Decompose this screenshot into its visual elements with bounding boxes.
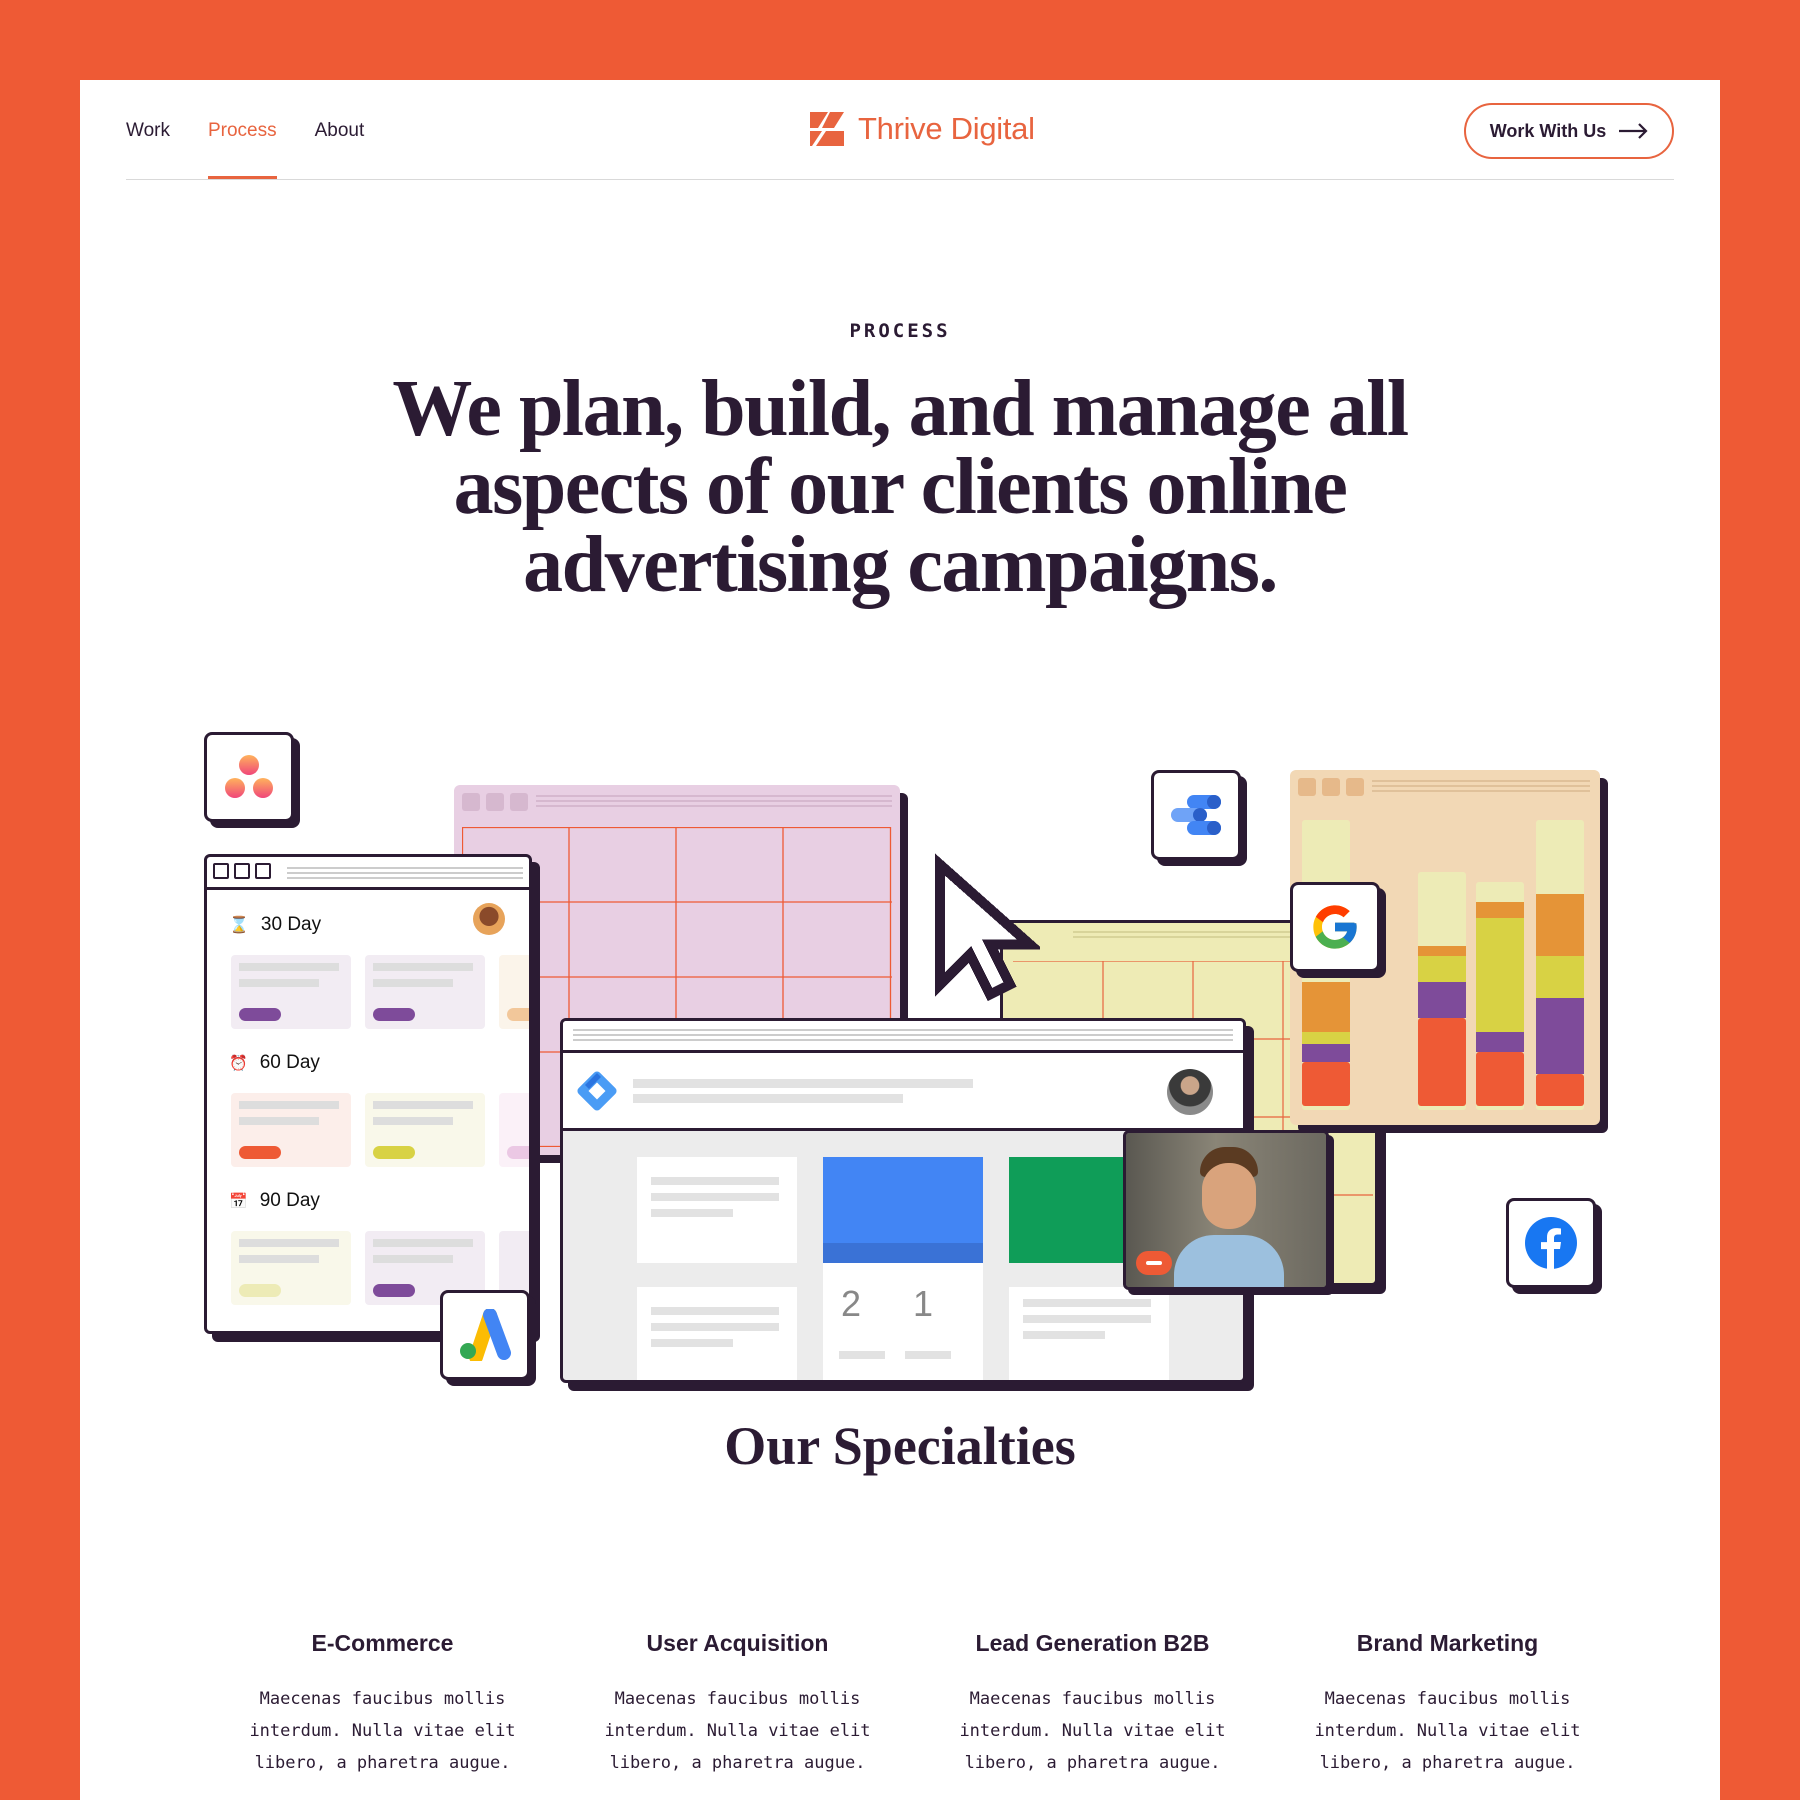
facebook-badge[interactable]: [1506, 1198, 1596, 1288]
specialty-title: Brand Marketing: [1356, 1630, 1539, 1656]
specialty-body: Maecenas faucibus mollis interdum. Nulla…: [604, 1689, 871, 1773]
nav-links: Work Process About: [126, 120, 364, 180]
nav-link-work[interactable]: Work: [126, 120, 170, 180]
specialty-body: Maecenas faucibus mollis interdum. Nulla…: [249, 1689, 516, 1773]
video-call-window: [1123, 1130, 1329, 1290]
timeline-label-60: 60 Day: [259, 1052, 320, 1073]
google-badge[interactable]: [1290, 882, 1380, 972]
process-illustration: ⌛ 30 Day ⏰ 60 Day 📅 90 Day 2 1: [80, 640, 1720, 1400]
page-card: Work Process About Thrive Digital Work W…: [80, 80, 1720, 1800]
logo-text: Thrive Digital: [858, 111, 1035, 146]
specialties-list: E-Commerce Maecenas faucibus mollis inte…: [205, 1630, 1625, 1779]
hourglass-icon: ⌛: [229, 917, 249, 934]
thrive-logo-mark-icon: [810, 112, 844, 146]
stat-value-1: 2: [841, 1283, 862, 1324]
specialty-title: User Acquisition: [646, 1630, 829, 1656]
hero-headline: We plan, build, and manage all aspects o…: [392, 365, 1409, 609]
timeline-label-90: 90 Day: [259, 1190, 320, 1211]
facebook-icon: [1525, 1217, 1577, 1270]
avatar-woman: [473, 903, 505, 935]
google-tag-manager-icon: [577, 1071, 617, 1111]
specialties-title: Our Specialties: [724, 1416, 1076, 1476]
specialty-title: E-Commerce: [311, 1630, 454, 1656]
google-data-studio-icon: [1171, 795, 1221, 835]
timeline-label-30: 30 Day: [260, 914, 322, 935]
end-call-button[interactable]: [1136, 1251, 1172, 1275]
calendar-icon: 📅: [229, 1193, 248, 1210]
timeline-window: ⌛ 30 Day ⏰ 60 Day 📅 90 Day: [204, 854, 532, 1334]
asana-icon: [225, 755, 273, 798]
video-participant: [1174, 1147, 1284, 1287]
google-ads-badge[interactable]: [440, 1290, 530, 1380]
arrow-right-icon: [1619, 123, 1648, 139]
top-nav: Work Process About Thrive Digital Work W…: [126, 80, 1674, 180]
section-eyebrow: PROCESS: [849, 320, 951, 342]
work-with-us-button[interactable]: Work With Us: [1464, 103, 1674, 159]
specialty-card-brand-marketing: Brand Marketing Maecenas faucibus mollis…: [1270, 1630, 1625, 1779]
nav-link-about[interactable]: About: [315, 120, 365, 180]
asana-badge[interactable]: [204, 732, 294, 822]
specialty-body: Maecenas faucibus mollis interdum. Nulla…: [1314, 1689, 1581, 1773]
google-icon: [1313, 905, 1357, 949]
avatar-man-small: [1167, 1069, 1213, 1115]
specialty-body: Maecenas faucibus mollis interdum. Nulla…: [959, 1689, 1226, 1773]
alarm-clock-icon: ⏰: [229, 1055, 248, 1072]
google-ads-icon: [460, 1309, 511, 1361]
nav-link-process[interactable]: Process: [207, 120, 277, 180]
specialty-title: Lead Generation B2B: [975, 1630, 1210, 1656]
specialty-card-ecommerce: E-Commerce Maecenas faucibus mollis inte…: [205, 1630, 560, 1779]
pixel-cursor-icon: [935, 853, 1040, 1002]
specialty-card-user-acquisition: User Acquisition Maecenas faucibus molli…: [560, 1630, 915, 1779]
specialty-card-lead-generation: Lead Generation B2B Maecenas faucibus mo…: [915, 1630, 1270, 1779]
work-with-us-label: Work With Us: [1489, 120, 1607, 141]
google-data-studio-badge[interactable]: [1151, 770, 1241, 860]
logo[interactable]: Thrive Digital: [808, 110, 1035, 148]
stat-value-2: 1: [913, 1283, 934, 1324]
